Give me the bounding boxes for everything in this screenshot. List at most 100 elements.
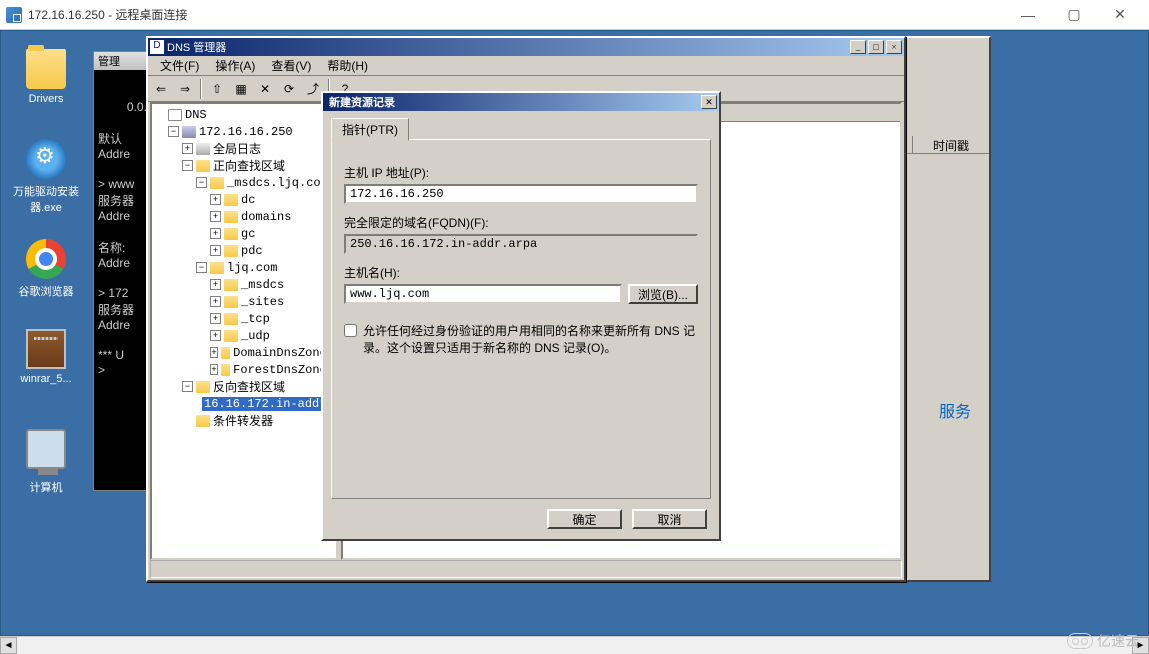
dns-root-icon [168, 109, 182, 121]
tree-node-ddz[interactable]: +DomainDnsZones [154, 344, 334, 361]
browse-button[interactable]: 浏览(B)... [628, 284, 698, 304]
tree-node-pdc[interactable]: +pdc [154, 242, 334, 259]
toolbar-back-button[interactable]: ⇐ [150, 78, 172, 100]
tree-node-tcp[interactable]: +_tcp [154, 310, 334, 327]
dns-titlebar[interactable]: D DNS 管理器 _ □ × [148, 38, 904, 56]
menu-file[interactable]: 文件(F) [154, 56, 205, 75]
menu-action[interactable]: 操作(A) [209, 56, 261, 75]
hostname-input[interactable] [344, 284, 622, 304]
toolbar-delete-button[interactable]: ✕ [254, 78, 276, 100]
expand-icon[interactable]: + [210, 330, 221, 341]
host-ip-input[interactable] [344, 184, 698, 204]
tree-node-reverse-zone-1[interactable]: 16.16.172.in-addr.ar [154, 395, 334, 412]
expand-icon[interactable]: + [210, 364, 218, 375]
expand-icon[interactable]: + [210, 313, 221, 324]
expand-icon[interactable]: − [182, 160, 193, 171]
folder-icon [224, 279, 238, 291]
watermark-icon [1067, 633, 1093, 649]
tree-node-msdcs[interactable]: +_msdcs [154, 276, 334, 293]
tree-node-gc[interactable]: +gc [154, 225, 334, 242]
tree-node-fdz[interactable]: +ForestDnsZones [154, 361, 334, 378]
tree-node-dc[interactable]: +dc [154, 191, 334, 208]
tree-node-server[interactable]: −172.16.16.250 [154, 123, 334, 140]
allow-update-label: 允许任何经过身份验证的用户用相同的名称来更新所有 DNS 记录。这个设置只适用于… [363, 322, 698, 356]
server-icon [182, 126, 196, 138]
tab-ptr[interactable]: 指针(PTR) [331, 118, 409, 141]
cmd-window[interactable]: 管理 0.0.0 默认 Addre > www 服务器 Addre 名称: Ad… [93, 51, 149, 491]
col-timestamp[interactable]: 时间戳 [912, 136, 989, 153]
expand-icon[interactable]: + [210, 296, 221, 307]
rdp-maximize-button[interactable]: ▢ [1051, 0, 1097, 30]
tree-node-sites[interactable]: +_sites [154, 293, 334, 310]
folder-icon [210, 177, 224, 189]
toolbar-show-button[interactable]: ▦ [230, 78, 252, 100]
tree-node-forward-zones[interactable]: −正向查找区域 [154, 157, 334, 174]
host-horizontal-scrollbar[interactable]: ◄ ► [0, 636, 1149, 653]
tree-node-conditional-forwarders[interactable]: 条件转发器 [154, 412, 334, 429]
menu-view[interactable]: 查看(V) [265, 56, 317, 75]
expand-icon[interactable]: − [182, 381, 193, 392]
gear-icon [26, 139, 66, 179]
watermark-text: 亿速云 [1097, 631, 1139, 651]
folder-icon [210, 262, 224, 274]
tree-node-reverse-zones[interactable]: −反向查找区域 [154, 378, 334, 395]
folder-icon [224, 211, 238, 223]
expand-icon[interactable]: + [182, 143, 193, 154]
toolbar-forward-button[interactable]: ⇒ [174, 78, 196, 100]
expand-icon[interactable]: + [210, 347, 218, 358]
expand-icon[interactable]: − [196, 177, 207, 188]
folder-icon [221, 364, 230, 376]
dns-minimize-button[interactable]: _ [850, 40, 866, 54]
fqdn-label: 完全限定的域名(FQDN)(F): [344, 214, 698, 231]
expand-icon[interactable]: + [210, 279, 221, 290]
toolbar-up-button[interactable]: ⇧ [206, 78, 228, 100]
folder-icon [224, 296, 238, 308]
expand-icon[interactable]: − [196, 262, 207, 273]
expand-icon[interactable]: − [168, 126, 179, 137]
expand-icon[interactable]: + [210, 194, 221, 205]
folder-icon [224, 228, 238, 240]
toolbar-refresh-button[interactable]: ⟳ [278, 78, 300, 100]
rdp-minimize-button[interactable]: — [1005, 0, 1051, 30]
ok-button[interactable]: 确定 [547, 509, 622, 529]
rdp-title: 172.16.16.250 - 远程桌面连接 [28, 6, 187, 23]
expand-icon[interactable]: + [210, 245, 221, 256]
menu-help[interactable]: 帮助(H) [321, 56, 374, 75]
tree-node-udp[interactable]: +_udp [154, 327, 334, 344]
allow-update-checkbox[interactable] [344, 324, 357, 337]
desktop-icon-chrome[interactable]: 谷歌浏览器 [9, 239, 83, 299]
tree-node-domains[interactable]: +domains [154, 208, 334, 225]
computer-icon [26, 429, 66, 469]
cmd-titlebar[interactable]: 管理 [94, 52, 148, 70]
dns-menubar: 文件(F) 操作(A) 查看(V) 帮助(H) [148, 56, 904, 76]
desktop-icon-wandriver[interactable]: 万能驱动安装器.exe [9, 139, 83, 215]
scroll-left-button[interactable]: ◄ [0, 637, 17, 654]
tree-node-dns[interactable]: DNS [154, 106, 334, 123]
expand-icon[interactable]: + [210, 211, 221, 222]
expand-icon[interactable]: + [210, 228, 221, 239]
fqdn-input [344, 234, 698, 254]
dns-close-button[interactable]: × [886, 40, 902, 54]
desktop-icon-computer[interactable]: 计算机 [9, 429, 83, 495]
dialog-close-button[interactable]: ✕ [701, 95, 717, 109]
cancel-button[interactable]: 取消 [632, 509, 707, 529]
chrome-icon [26, 239, 66, 279]
dns-tree[interactable]: DNS −172.16.16.250 +全局日志 −正向查找区域 −_msdcs… [150, 102, 338, 560]
tree-node-ljq[interactable]: −ljq.com [154, 259, 334, 276]
log-icon [196, 143, 210, 155]
folder-icon [196, 415, 210, 427]
new-resource-record-dialog: 新建资源记录 ✕ 指针(PTR) 主机 IP 地址(P): 完全限定的域名(FQ… [321, 91, 721, 541]
tree-node-msdcs-ljq[interactable]: −_msdcs.ljq.com [154, 174, 334, 191]
desktop-icon-drivers[interactable]: Drivers [9, 49, 83, 105]
dns-maximize-button[interactable]: □ [868, 40, 884, 54]
dns-title: DNS 管理器 [167, 39, 848, 55]
tree-node-globallog[interactable]: +全局日志 [154, 140, 334, 157]
rdp-close-button[interactable]: ✕ [1097, 0, 1143, 30]
folder-icon [224, 194, 238, 206]
dns-statusbar [150, 560, 902, 578]
watermark: 亿速云 [1067, 631, 1139, 651]
services-link[interactable]: 服务 [939, 398, 971, 422]
scroll-track[interactable] [17, 637, 1132, 654]
desktop-icon-winrar[interactable]: winrar_5... [9, 329, 83, 385]
dialog-titlebar[interactable]: 新建资源记录 ✕ [323, 93, 719, 111]
